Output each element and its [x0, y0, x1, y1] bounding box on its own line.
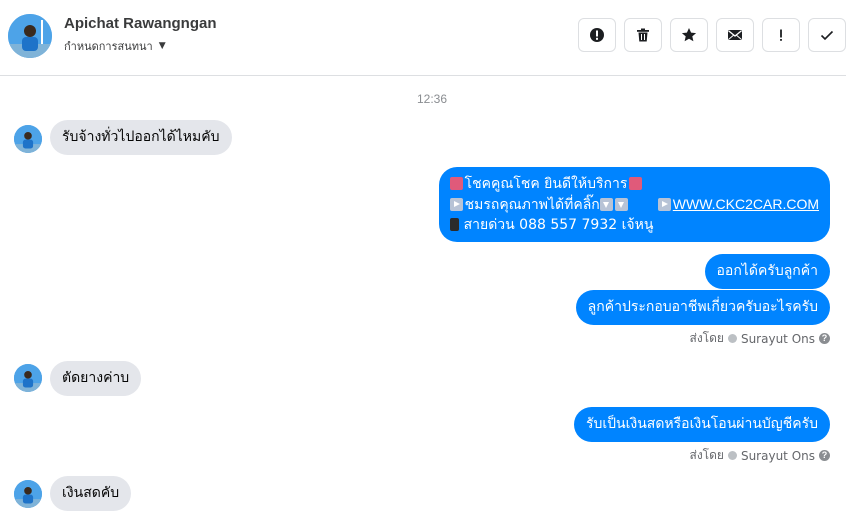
outgoing-message[interactable]: ลูกค้าประกอบอาชีพเกี่ยวครับอะไรครับ [575, 290, 830, 325]
sent-by-prefix: ส่งโดย [689, 331, 724, 345]
message-line-1: โชคคูณโชค ยินดีให้บริการ [464, 176, 628, 192]
chevron-down-icon: ▼ [158, 41, 166, 51]
sender-avatar[interactable] [14, 364, 42, 392]
check-circle-icon [727, 334, 737, 343]
conversation-options-label: กำหนดการสนทนา [64, 40, 153, 53]
sent-by-name[interactable]: Surayut Ons [741, 332, 815, 346]
conversation-header: Apichat Rawangngan กำหนดการสนทนา ▼ [0, 0, 846, 76]
incoming-message[interactable]: รับจ้างทั่วไปออกได้ไหมคับ [50, 120, 232, 155]
outgoing-message[interactable]: โชคคูณโชค ยินดีให้บริการ ชมรถคุณภาพได้ที… [438, 167, 830, 242]
delete-button[interactable] [624, 18, 662, 52]
message-line: ชมรถคุณภาพได้ที่คลิ๊ก WWW.CKC2CAR.COM [449, 194, 819, 215]
outgoing-message[interactable]: รับเป็นเงินสดหรือเงินโอนผ่านบัญชีครับ [573, 407, 830, 442]
play-icon [657, 198, 671, 211]
emoji-icon [629, 177, 643, 190]
incoming-message[interactable]: ตัดยางค่าบ [50, 361, 142, 396]
contact-avatar[interactable] [8, 14, 52, 58]
message-line: สายด่วน 088 557 7932 เจ้หนู [449, 215, 819, 235]
play-icon [449, 198, 463, 211]
down-arrow-icon [599, 198, 613, 211]
check-icon [820, 30, 834, 41]
sent-by-info: ส่งโดย Surayut Ons ? [689, 329, 830, 348]
emoji-icon [449, 177, 463, 190]
sender-avatar[interactable] [14, 125, 42, 153]
contact-name[interactable]: Apichat Rawangngan [64, 15, 217, 32]
star-button[interactable] [670, 18, 708, 52]
help-icon[interactable]: ? [819, 450, 830, 461]
message-line-2: ชมรถคุณภาพได้ที่คลิ๊ก [464, 197, 600, 213]
mark-important-button[interactable] [762, 18, 800, 52]
conversation-options[interactable]: กำหนดการสนทนา ▼ [64, 37, 166, 55]
alert-button[interactable] [578, 18, 616, 52]
exclamation-icon [780, 29, 782, 41]
sent-by-info: ส่งโดย Surayut Ons ? [689, 446, 830, 465]
help-icon[interactable]: ? [819, 333, 830, 344]
mail-button[interactable] [716, 18, 754, 52]
sent-by-name[interactable]: Surayut Ons [741, 449, 815, 463]
message-line: โชคคูณโชค ยินดีให้บริการ [449, 174, 819, 194]
alert-circle-icon [590, 28, 604, 42]
header-actions [578, 18, 846, 52]
mail-icon [728, 30, 742, 40]
trash-icon [637, 28, 649, 42]
outgoing-message[interactable]: ออกได้ครับลูกค้า [704, 254, 830, 289]
incoming-message[interactable]: เงินสดคับ [50, 476, 132, 511]
message-line-3: สายด่วน 088 557 7932 เจ้หนู [463, 217, 654, 233]
message-timestamp: 12:36 [416, 92, 448, 106]
mark-done-button[interactable] [808, 18, 846, 52]
website-link[interactable]: WWW.CKC2CAR.COM [673, 196, 819, 212]
sender-avatar[interactable] [14, 480, 42, 508]
check-circle-icon [727, 451, 737, 460]
phone-icon [449, 218, 459, 231]
star-icon [681, 28, 697, 42]
sent-by-prefix: ส่งโดย [689, 448, 724, 462]
down-arrow-icon [614, 198, 628, 211]
